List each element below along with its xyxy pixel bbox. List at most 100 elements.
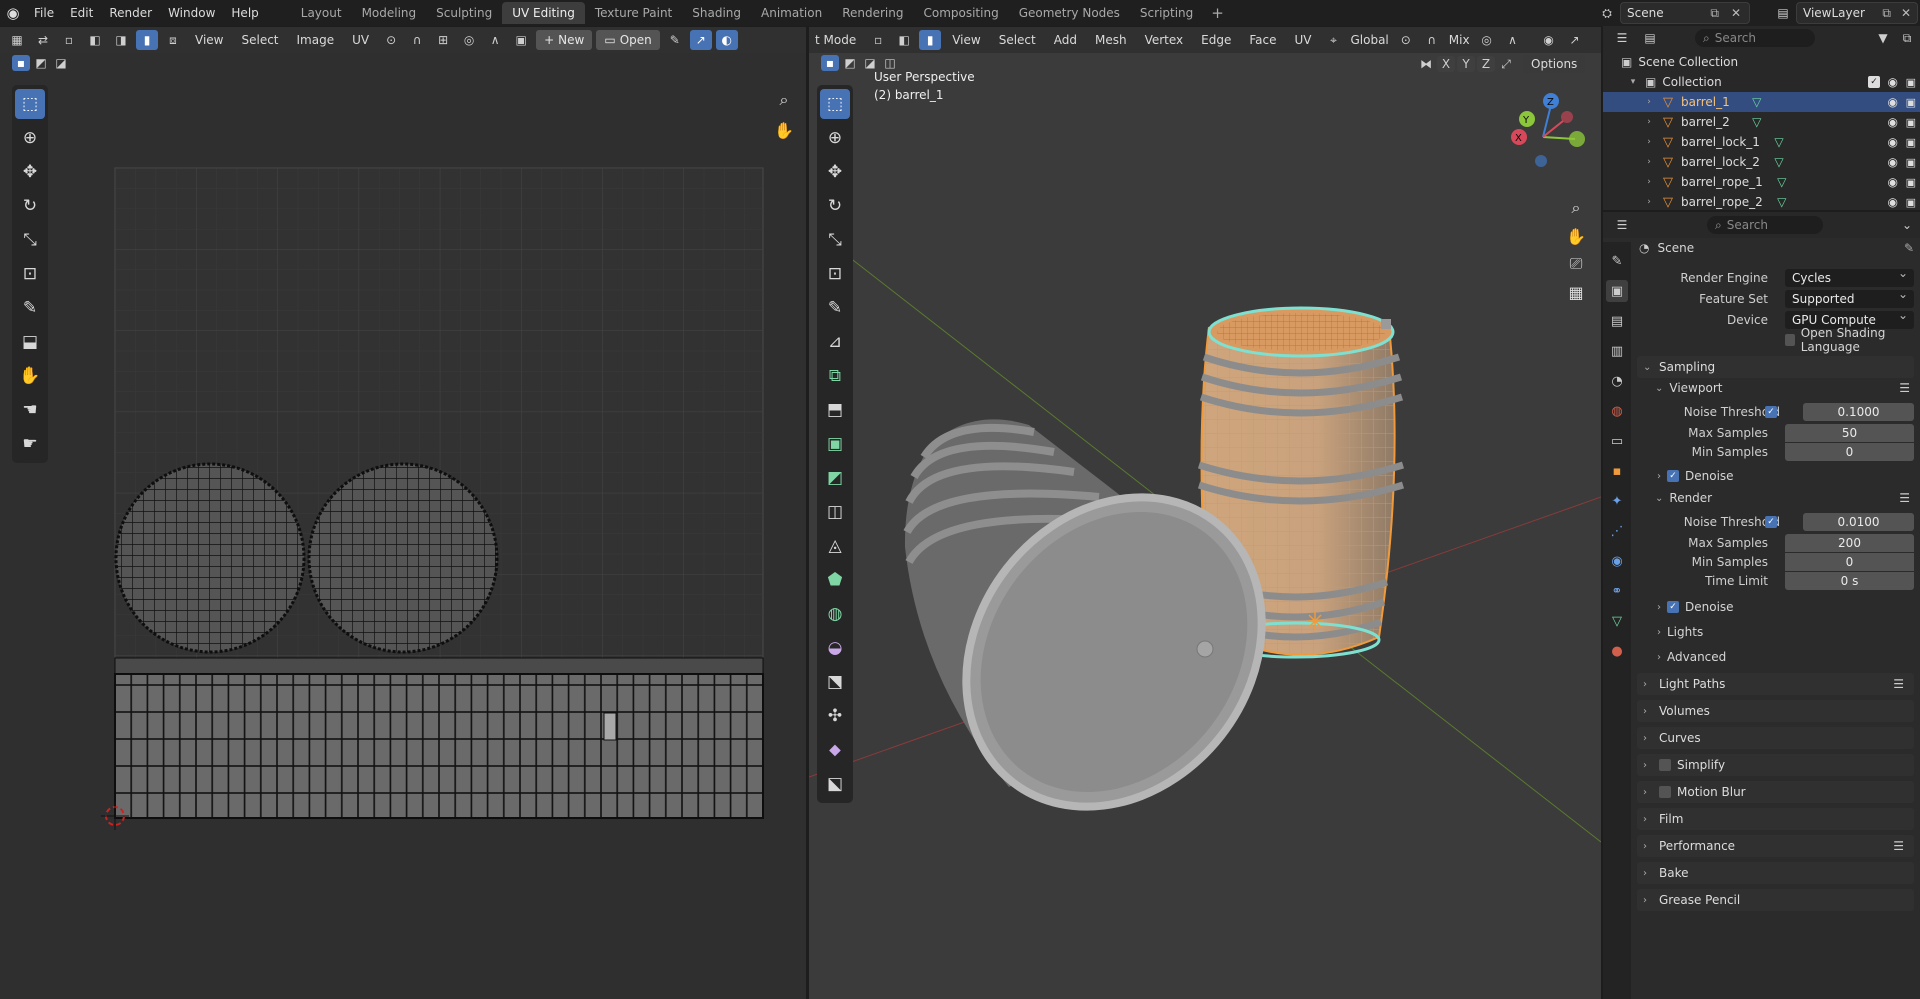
lights-subpanel[interactable]: › Lights bbox=[1633, 622, 1920, 642]
delete-view-layer-icon[interactable]: ✕ bbox=[1901, 6, 1911, 20]
viewport-presets-icon[interactable]: ☰ bbox=[1899, 381, 1910, 395]
camera-icon[interactable]: ▣ bbox=[1906, 196, 1916, 209]
eye-icon[interactable]: ◉ bbox=[1888, 195, 1898, 209]
menu-window[interactable]: Window bbox=[160, 0, 223, 26]
properties-options-icon[interactable]: ⌄ bbox=[1896, 215, 1918, 235]
outliner-item-barrel-rope-2[interactable]: › ▽ barrel_rope_2 ▽ ◉ ▣ bbox=[1603, 192, 1920, 212]
viewport-denoise-row[interactable]: › ✓ Denoise bbox=[1633, 466, 1920, 486]
expand-icon[interactable]: › bbox=[1643, 177, 1655, 187]
menu-help[interactable]: Help bbox=[223, 0, 266, 26]
outliner-type-icon[interactable]: ☰ bbox=[1611, 28, 1633, 48]
viewport-max-field[interactable]: 50 bbox=[1785, 424, 1914, 442]
time-limit-field[interactable]: 0 s bbox=[1785, 572, 1914, 590]
render-noise-checkbox[interactable]: ✓ bbox=[1765, 516, 1777, 528]
light-paths-panel[interactable]: › Light Paths ☰ bbox=[1637, 673, 1914, 695]
poly-build-tool-icon[interactable]: ⬟ bbox=[820, 565, 850, 595]
film-panel[interactable]: › Film bbox=[1637, 808, 1914, 830]
volumes-panel[interactable]: › Volumes bbox=[1637, 700, 1914, 722]
outliner-item-barrel-rope-1[interactable]: › ▽ barrel_rope_1 ▽ ◉ ▣ bbox=[1603, 172, 1920, 192]
viewport-scene[interactable] bbox=[809, 27, 1601, 999]
vp-zoom-icon[interactable]: ⌕ bbox=[1563, 195, 1589, 221]
vp-ortho-grid-icon[interactable]: ▦ bbox=[1563, 279, 1589, 305]
outliner-item-barrel-lock-1[interactable]: › ▽ barrel_lock_1 ▽ ◉ ▣ bbox=[1603, 132, 1920, 152]
eye-icon[interactable]: ◉ bbox=[1888, 135, 1898, 149]
scene-collection-row[interactable]: ▣ Scene Collection bbox=[1603, 52, 1920, 72]
render-min-field[interactable]: 0 bbox=[1785, 553, 1914, 571]
vp-transform-tool-icon[interactable]: ⊡ bbox=[820, 259, 850, 289]
delete-scene-icon[interactable]: ✕ bbox=[1731, 6, 1741, 20]
extrude-tool-icon[interactable]: ⬒ bbox=[820, 395, 850, 425]
render-denoise-checkbox[interactable]: ✓ bbox=[1667, 601, 1679, 613]
grab-tool-icon[interactable]: ✋ bbox=[15, 361, 45, 391]
tool-tab-icon[interactable]: ✎ bbox=[1606, 250, 1628, 272]
uv-island-barrel-side[interactable] bbox=[114, 657, 764, 819]
eye-icon[interactable]: ◉ bbox=[1888, 155, 1898, 169]
knife-tool-icon[interactable]: ◬ bbox=[820, 531, 850, 561]
render-max-field[interactable]: 200 bbox=[1785, 534, 1914, 552]
tab-sculpting[interactable]: Sculpting bbox=[426, 2, 502, 24]
scene-selector[interactable]: Scene ⧉ ✕ bbox=[1620, 2, 1750, 24]
particles-tab-icon[interactable]: ⋰ bbox=[1606, 520, 1628, 542]
world-tab-icon[interactable]: ◍ bbox=[1606, 400, 1628, 422]
edge-slide-tool-icon[interactable]: ⬔ bbox=[820, 667, 850, 697]
pan-hand-icon[interactable]: ✋ bbox=[771, 117, 797, 143]
camera-icon[interactable]: ▣ bbox=[1906, 116, 1916, 129]
bevel-tool-icon[interactable]: ◩ bbox=[820, 463, 850, 493]
add-workspace-icon[interactable]: + bbox=[1203, 4, 1232, 22]
curves-panel[interactable]: › Curves bbox=[1637, 727, 1914, 749]
3d-viewport[interactable]: t Mode ▫ ◧ ▮ View Select Add Mesh Vertex… bbox=[809, 27, 1601, 999]
vp-cursor-tool-icon[interactable]: ⊕ bbox=[820, 123, 850, 153]
camera-icon[interactable]: ▣ bbox=[1906, 96, 1916, 109]
pin-context-icon[interactable]: ✎ bbox=[1904, 241, 1914, 255]
expand-icon[interactable]: › bbox=[1643, 97, 1655, 107]
viewport-subpanel-header[interactable]: ⌄ Viewport ☰ bbox=[1633, 378, 1920, 398]
view-layer-tab-icon[interactable]: ▥ bbox=[1606, 340, 1628, 362]
vp-annotate-tool-icon[interactable]: ✎ bbox=[820, 293, 850, 323]
vp-rotate-tool-icon[interactable]: ↻ bbox=[820, 191, 850, 221]
vp-camera-icon[interactable]: ⎚ bbox=[1563, 251, 1589, 277]
transform-tool-icon[interactable]: ⊡ bbox=[15, 259, 45, 289]
outliner-item-barrel-2[interactable]: › ▽ barrel_2 ▽ ◉ ▣ bbox=[1603, 112, 1920, 132]
expand-icon[interactable]: › bbox=[1643, 157, 1655, 167]
shrink-fatten-tool-icon[interactable]: ✣ bbox=[820, 701, 850, 731]
filter-icon[interactable]: ▼ bbox=[1872, 28, 1894, 48]
tab-shading[interactable]: Shading bbox=[682, 2, 751, 24]
properties-search-input[interactable]: ⌕ Search bbox=[1707, 216, 1823, 234]
mesh-data-icon[interactable]: ▽ bbox=[1773, 195, 1791, 209]
grease-pencil-panel[interactable]: › Grease Pencil bbox=[1637, 889, 1914, 911]
mesh-data-icon[interactable]: ▽ bbox=[1748, 95, 1766, 109]
outliner-item-barrel-lock-2[interactable]: › ▽ barrel_lock_2 ▽ ◉ ▣ bbox=[1603, 152, 1920, 172]
blender-logo-icon[interactable]: ◉ bbox=[0, 0, 26, 26]
cursor-tool-icon[interactable]: ⊕ bbox=[15, 123, 45, 153]
menu-edit[interactable]: Edit bbox=[62, 0, 101, 26]
gizmo-neg-z-icon[interactable] bbox=[1535, 155, 1547, 167]
select-box-tool-icon[interactable]: ⬚ bbox=[15, 89, 45, 119]
feature-set-dropdown[interactable]: Supported bbox=[1785, 287, 1914, 308]
copy-view-layer-icon[interactable]: ⧉ bbox=[1882, 6, 1891, 21]
uv-canvas[interactable] bbox=[0, 27, 806, 999]
vp-select-box-tool-icon[interactable]: ⬚ bbox=[820, 89, 850, 119]
new-collection-icon[interactable]: ⧉ bbox=[1896, 28, 1918, 48]
annotate-tool-icon[interactable]: ✎ bbox=[15, 293, 45, 323]
spin-tool-icon[interactable]: ◍ bbox=[820, 599, 850, 629]
scene-icon[interactable]: ⛭ bbox=[1596, 3, 1618, 23]
tab-uv-editing[interactable]: UV Editing bbox=[502, 2, 585, 24]
render-denoise-row[interactable]: › ✓ Denoise bbox=[1633, 597, 1920, 617]
viewport-min-field[interactable]: 0 bbox=[1785, 443, 1914, 461]
menu-render[interactable]: Render bbox=[101, 0, 160, 26]
rip-region-tool-icon[interactable]: ⬕ bbox=[820, 769, 850, 799]
gizmo-neg-y-icon[interactable] bbox=[1569, 131, 1585, 147]
tab-animation[interactable]: Animation bbox=[751, 2, 832, 24]
scene-tab-icon[interactable]: ◔ bbox=[1606, 370, 1628, 392]
display-mode-icon[interactable]: ▤ bbox=[1639, 28, 1661, 48]
physics-tab-icon[interactable]: ◉ bbox=[1606, 550, 1628, 572]
simplify-panel[interactable]: › Simplify bbox=[1637, 754, 1914, 776]
tab-compositing[interactable]: Compositing bbox=[913, 2, 1008, 24]
material-tab-icon[interactable]: ● bbox=[1606, 640, 1628, 662]
gizmo-neg-x-icon[interactable] bbox=[1561, 111, 1573, 123]
collection-render-icon[interactable]: ▣ bbox=[1906, 76, 1916, 89]
loop-cut-tool-icon[interactable]: ◫ bbox=[820, 497, 850, 527]
tab-texture-paint[interactable]: Texture Paint bbox=[585, 2, 682, 24]
view-layer-icon[interactable]: ▤ bbox=[1772, 3, 1794, 23]
motion-blur-panel[interactable]: › Motion Blur bbox=[1637, 781, 1914, 803]
